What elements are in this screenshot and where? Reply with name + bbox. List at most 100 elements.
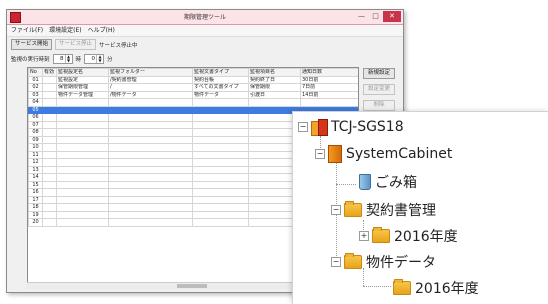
table-cell[interactable] xyxy=(56,135,109,144)
table-cell[interactable] xyxy=(192,203,249,212)
table-cell[interactable] xyxy=(56,98,109,107)
tree-label-server[interactable]: TCJ-SGS18 xyxy=(331,119,404,135)
close-button[interactable]: ✕ xyxy=(383,11,401,22)
table-cell[interactable] xyxy=(108,135,193,144)
table-cell[interactable] xyxy=(42,158,57,167)
hour-value[interactable]: 8 xyxy=(54,56,65,62)
table-cell[interactable]: 物件データ xyxy=(192,90,249,99)
table-cell[interactable]: 05 xyxy=(28,105,43,114)
table-cell[interactable]: 15 xyxy=(28,180,43,189)
table-cell[interactable] xyxy=(42,195,57,204)
table-cell[interactable]: 30日前 xyxy=(300,75,358,84)
table-cell[interactable] xyxy=(42,98,57,107)
hour-spin-arrows[interactable]: ▲ ▼ xyxy=(64,55,72,63)
table-cell[interactable]: 04 xyxy=(28,98,43,107)
maximize-button[interactable]: □ xyxy=(369,11,382,22)
table-cell[interactable] xyxy=(56,150,109,159)
table-cell[interactable]: 19 xyxy=(28,210,43,219)
table-cell[interactable] xyxy=(42,135,57,144)
table-cell[interactable]: すべての文書タイプ xyxy=(192,83,249,92)
table-cell[interactable] xyxy=(42,113,57,122)
table-cell[interactable] xyxy=(56,158,109,167)
table-cell[interactable] xyxy=(108,218,193,227)
table-cell[interactable] xyxy=(56,195,109,204)
table-cell[interactable] xyxy=(42,75,57,84)
table-cell[interactable] xyxy=(42,128,57,137)
table-cell[interactable] xyxy=(192,143,249,152)
tree-node-folder-contracts[interactable]: − 契約書管理 xyxy=(331,200,436,220)
table-cell[interactable]: 02 xyxy=(28,83,43,92)
start-service-button[interactable]: サービス開始 xyxy=(11,39,53,50)
header-doc-type[interactable]: 監視文書タイプ xyxy=(192,68,249,77)
table-cell[interactable] xyxy=(108,173,193,182)
table-cell[interactable] xyxy=(56,203,109,212)
header-folder[interactable]: 監視フォルダー xyxy=(108,68,193,77)
collapse-toggle[interactable]: − xyxy=(331,205,341,215)
table-cell[interactable] xyxy=(108,165,193,174)
table-cell[interactable] xyxy=(108,158,193,167)
tree-node-folder-2016-contracts[interactable]: + 2016年度 xyxy=(359,226,458,246)
tree-label-trash[interactable]: ごみ箱 xyxy=(375,172,417,192)
table-cell[interactable]: 03 xyxy=(28,90,43,99)
table-cell[interactable] xyxy=(192,188,249,197)
table-cell[interactable]: 06 xyxy=(28,113,43,122)
table-cell[interactable] xyxy=(56,173,109,182)
table-cell[interactable] xyxy=(56,113,109,122)
stop-service-button[interactable]: サービス停止 xyxy=(55,39,97,50)
table-cell[interactable]: 保管期限 xyxy=(248,83,301,92)
table-cell[interactable] xyxy=(108,203,193,212)
table-cell[interactable] xyxy=(56,210,109,219)
table-cell[interactable] xyxy=(300,98,358,107)
table-row[interactable]: 04 xyxy=(28,98,358,107)
table-cell[interactable]: 引渡日 xyxy=(248,90,301,99)
header-item-name[interactable]: 監視項目名 xyxy=(248,68,301,77)
collapse-toggle[interactable]: − xyxy=(298,122,308,132)
tree-label-2016-a[interactable]: 2016年度 xyxy=(394,226,458,246)
table-cell[interactable] xyxy=(108,180,193,189)
tree-node-cabinet[interactable]: − SystemCabinet xyxy=(315,145,452,163)
table-cell[interactable] xyxy=(192,98,249,107)
table-cell[interactable]: 12 xyxy=(28,158,43,167)
table-cell[interactable] xyxy=(192,180,249,189)
table-cell[interactable]: 7日前 xyxy=(300,83,358,92)
tree-label-cabinet[interactable]: SystemCabinet xyxy=(346,146,452,162)
table-cell[interactable] xyxy=(56,128,109,137)
table-cell[interactable]: 17 xyxy=(28,195,43,204)
table-cell[interactable] xyxy=(192,173,249,182)
table-cell[interactable]: 14日前 xyxy=(300,90,358,99)
table-cell[interactable] xyxy=(108,120,193,129)
table-cell[interactable] xyxy=(42,83,57,92)
table-cell[interactable]: / xyxy=(108,83,193,92)
table-cell[interactable] xyxy=(42,218,57,227)
table-cell[interactable] xyxy=(108,113,193,122)
tree-label-contracts[interactable]: 契約書管理 xyxy=(366,200,436,220)
table-cell[interactable] xyxy=(248,98,301,107)
table-cell[interactable] xyxy=(42,105,57,114)
table-cell[interactable] xyxy=(42,120,57,129)
table-cell[interactable] xyxy=(192,150,249,159)
table-cell[interactable]: 01 xyxy=(28,75,43,84)
table-cell[interactable] xyxy=(56,105,109,114)
scrollbar-thumb[interactable] xyxy=(177,284,207,288)
tree-node-trash[interactable]: ごみ箱 xyxy=(359,172,417,192)
table-cell[interactable] xyxy=(192,135,249,144)
table-cell[interactable]: 契約終了日 xyxy=(248,75,301,84)
table-cell[interactable] xyxy=(192,210,249,219)
table-cell[interactable]: 10 xyxy=(28,143,43,152)
table-cell[interactable] xyxy=(42,210,57,219)
table-cell[interactable] xyxy=(108,128,193,137)
header-no[interactable]: No xyxy=(28,68,43,77)
table-cell[interactable] xyxy=(42,173,57,182)
table-cell[interactable] xyxy=(192,218,249,227)
table-cell[interactable] xyxy=(108,105,193,114)
table-row[interactable]: 01 監視設定/契約書管理 契約台帳 契約終了日 30日前 xyxy=(28,75,358,84)
table-cell[interactable] xyxy=(192,165,249,174)
table-cell[interactable] xyxy=(192,128,249,137)
table-cell[interactable] xyxy=(56,165,109,174)
table-cell[interactable]: /契約書管理 xyxy=(108,75,193,84)
table-cell[interactable] xyxy=(42,165,57,174)
table-cell[interactable] xyxy=(108,188,193,197)
table-cell[interactable] xyxy=(108,210,193,219)
table-cell[interactable] xyxy=(192,195,249,204)
table-cell[interactable] xyxy=(108,150,193,159)
